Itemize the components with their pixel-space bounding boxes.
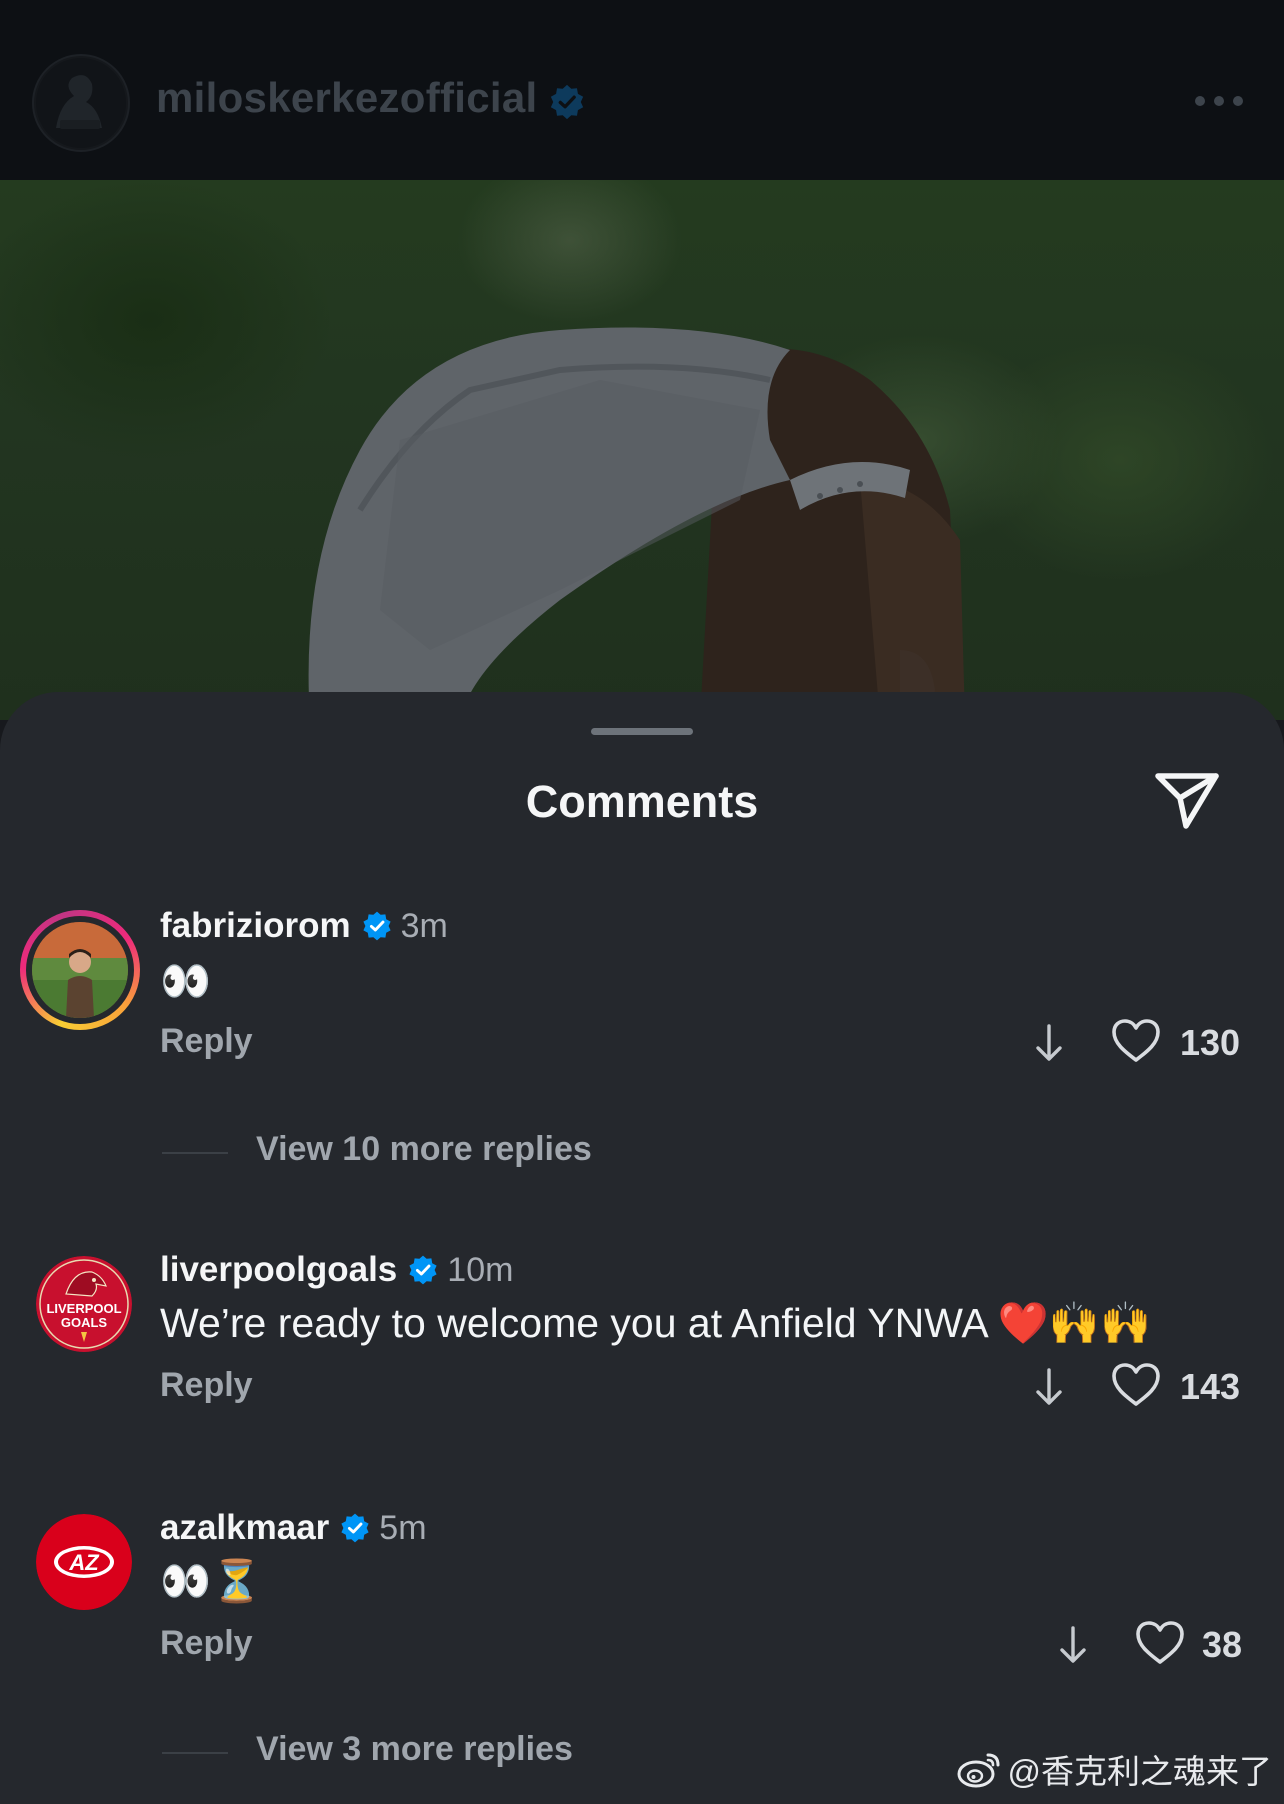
dislike-arrow-icon[interactable] (1032, 1022, 1066, 1064)
profile-avatar[interactable] (32, 54, 130, 152)
reply-button[interactable]: Reply (160, 1624, 253, 1663)
reply-button[interactable]: Reply (160, 1366, 253, 1405)
comment-timestamp: 3m (400, 907, 448, 945)
view-more-replies-label: View 3 more replies (256, 1730, 573, 1768)
commenter-avatar[interactable]: LIVERPOOL GOALS (36, 1256, 132, 1352)
like-count: 130 (1180, 1022, 1241, 1063)
comment-username[interactable]: azalkmaar (160, 1508, 329, 1547)
verified-badge-icon (550, 84, 584, 120)
thread-line (162, 1152, 228, 1154)
heart-like-icon[interactable] (1110, 1018, 1162, 1064)
dislike-arrow-icon[interactable] (1056, 1624, 1090, 1666)
reply-button[interactable]: Reply (160, 1022, 253, 1061)
paper-plane-share-icon[interactable] (1152, 768, 1222, 832)
watermark: @香克利之魂来了 (956, 1744, 1273, 1794)
svg-text:GOALS: GOALS (61, 1315, 108, 1330)
post-author-username[interactable]: miloskerkezofficial (156, 74, 538, 122)
weibo-logo-icon (957, 1753, 999, 1788)
heart-like-icon[interactable] (1110, 1362, 1162, 1408)
comment-timestamp: 10m (447, 1251, 514, 1289)
post-photo (0, 180, 1284, 720)
heart-like-icon[interactable] (1134, 1620, 1186, 1666)
view-more-replies-label: View 10 more replies (256, 1130, 592, 1168)
comment-username[interactable]: fabriziorom (160, 906, 351, 945)
svg-text:AZ: AZ (68, 1550, 100, 1575)
like-count: 38 (1202, 1624, 1243, 1665)
like-count: 143 (1180, 1366, 1241, 1407)
commenter-avatar-story-ring[interactable] (20, 910, 140, 1030)
sheet-title: Comments (525, 776, 759, 827)
thread-line (162, 1752, 228, 1754)
comment-text: We’re ready to welcome you at Anfield YN… (160, 1300, 1152, 1346)
verified-badge-icon (341, 1513, 369, 1543)
comments-sheet: Comments fabriziorom 3m 👀 Reply 130 View… (0, 692, 1284, 1804)
watermark-text: @香克利之魂来了 (1007, 1753, 1273, 1790)
comment-text: 👀⏳ (160, 1558, 263, 1604)
comment-text: 👀 (160, 958, 212, 1004)
comment-timestamp: 5m (379, 1509, 427, 1547)
svg-text:LIVERPOOL: LIVERPOOL (46, 1301, 121, 1316)
sheet-drag-handle[interactable] (591, 728, 693, 735)
post-header: miloskerkezofficial (0, 0, 1284, 180)
verified-badge-icon (409, 1255, 437, 1285)
dislike-arrow-icon[interactable] (1032, 1366, 1066, 1408)
verified-badge-icon (362, 911, 391, 941)
commenter-avatar[interactable]: AZ (36, 1514, 132, 1610)
comment-username[interactable]: liverpoolgoals (160, 1250, 397, 1289)
more-options-icon[interactable] (1192, 82, 1246, 120)
